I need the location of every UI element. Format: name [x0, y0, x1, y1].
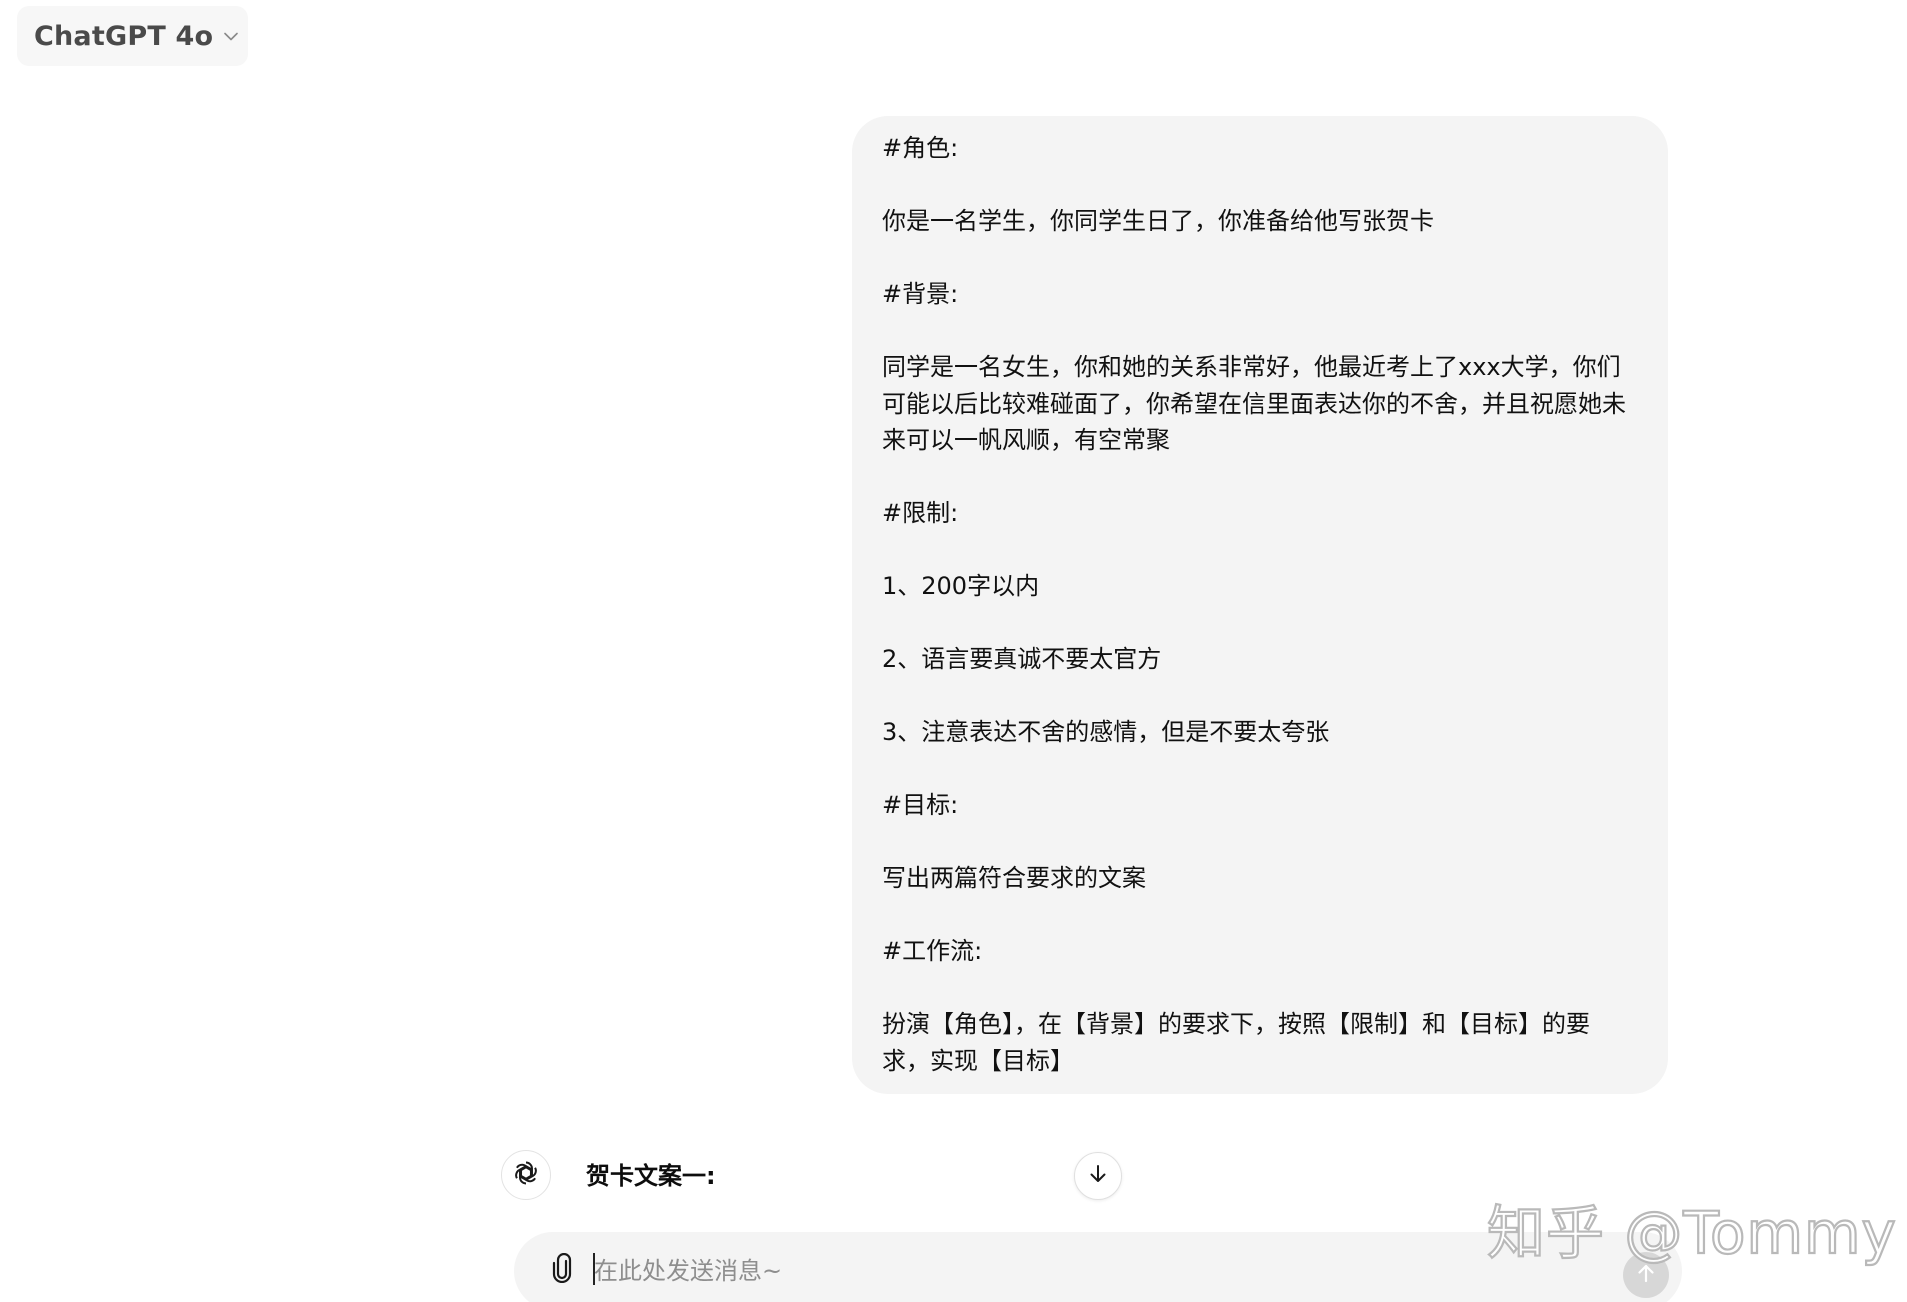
arrow-down-icon	[1087, 1163, 1109, 1189]
zhihu-watermark: 知乎 @Tommy	[1486, 1198, 1897, 1268]
message-line: 扮演【角色】，在【背景】的要求下，按照【限制】和【目标】的要	[882, 1010, 1590, 1038]
assistant-message-text: 贺卡文案一:	[586, 1162, 716, 1190]
chevron-down-icon	[223, 28, 239, 44]
message-line: 你是一名学生，你同学生日了，你准备给他写张贺卡	[882, 207, 1434, 235]
assistant-avatar	[501, 1150, 551, 1200]
paperclip-icon	[550, 1252, 574, 1287]
message-line: 可能以后比较难碰面了，你希望在信里面表达你的不舍，并且祝愿她未	[882, 389, 1626, 418]
model-selector-button[interactable]: ChatGPT 4o	[17, 6, 248, 66]
message-line: 3、注意表达不舍的感情，但是不要太夸张	[882, 718, 1330, 746]
attach-file-button[interactable]	[544, 1252, 580, 1288]
message-line: 1、200字以内	[882, 572, 1040, 600]
message-line: #工作流:	[882, 937, 983, 965]
model-name-label: ChatGPT 4o	[34, 20, 214, 52]
user-message-bubble: #角色: 你是一名学生，你同学生日了，你准备给他写张贺卡 #背景: 同学是一名女…	[852, 116, 1668, 1094]
openai-logo-icon	[511, 1158, 541, 1192]
message-line: #目标:	[882, 791, 959, 819]
message-line: 同学是一名女生，你和她的关系非常好，他最近考上了xxx大学，你们	[882, 353, 1621, 381]
text-caret	[593, 1253, 595, 1285]
message-line: 来可以一帆风顺，有空常聚	[882, 426, 1170, 454]
message-line: 2、语言要真诚不要太官方	[882, 645, 1162, 673]
scroll-to-bottom-button[interactable]	[1074, 1152, 1122, 1200]
message-line: 写出两篇符合要求的文案	[882, 864, 1146, 892]
chat-page: ChatGPT 4o #角色: 你是一名学生，你同学生日了，你准备给他写张贺卡 …	[0, 0, 1907, 1302]
message-line: #角色:	[882, 134, 959, 162]
message-input[interactable]	[592, 1250, 1496, 1292]
message-line: #背景:	[882, 280, 959, 308]
message-line: 求，实现【目标】	[882, 1046, 1074, 1075]
message-line: #限制:	[882, 499, 959, 527]
